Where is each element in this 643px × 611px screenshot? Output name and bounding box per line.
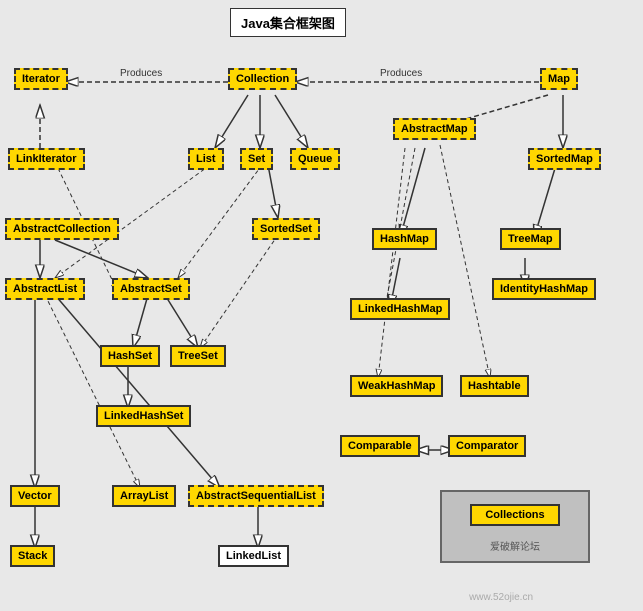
diagram-title: Java集合框架图	[230, 8, 346, 37]
node-abstractsequentiallist: AbstractSequentialList	[188, 485, 324, 507]
node-map: Map	[540, 68, 578, 90]
node-iterator: Iterator	[14, 68, 68, 90]
node-identityhashmap: IdentityHashMap	[492, 278, 596, 300]
legend-label: 爱破解论坛	[450, 538, 580, 553]
node-set: Set	[240, 148, 273, 170]
node-comparator: Comparator	[448, 435, 526, 457]
svg-text:Produces: Produces	[380, 68, 422, 79]
node-sortedmap: SortedMap	[528, 148, 601, 170]
node-queue: Queue	[290, 148, 340, 170]
node-list: List	[188, 148, 224, 170]
node-stack: Stack	[10, 545, 55, 567]
node-abstractmap: AbstractMap	[393, 118, 476, 140]
node-hashset: HashSet	[100, 345, 160, 367]
node-abstractlist: AbstractList	[5, 278, 85, 300]
node-hashmap: HashMap	[372, 228, 437, 250]
node-linkedlist: LinkedList	[218, 545, 289, 567]
node-comparable: Comparable	[340, 435, 420, 457]
node-vector: Vector	[10, 485, 60, 507]
legend-collections: Collections	[470, 504, 560, 526]
node-abstractset: AbstractSet	[112, 278, 190, 300]
node-weakhashmap: WeakHashMap	[350, 375, 443, 397]
node-treemap: TreeMap	[500, 228, 561, 250]
node-abstractcollection: AbstractCollection	[5, 218, 119, 240]
watermark: www.52ojie.cn	[469, 592, 533, 603]
diagram-container: Produces Produces Produces	[0, 0, 643, 611]
legend-box: Collections 爱破解论坛	[440, 490, 590, 563]
node-linkiterator: LinkIterator	[8, 148, 85, 170]
node-collection: Collection	[228, 68, 297, 90]
node-hashtable: Hashtable	[460, 375, 529, 397]
node-arraylist: ArrayList	[112, 485, 176, 507]
node-linkedhashmap: LinkedHashMap	[350, 298, 450, 320]
svg-text:Produces: Produces	[120, 68, 162, 79]
node-treeset: TreeSet	[170, 345, 226, 367]
node-linkedhashset: LinkedHashSet	[96, 405, 191, 427]
node-sortedset: SortedSet	[252, 218, 320, 240]
